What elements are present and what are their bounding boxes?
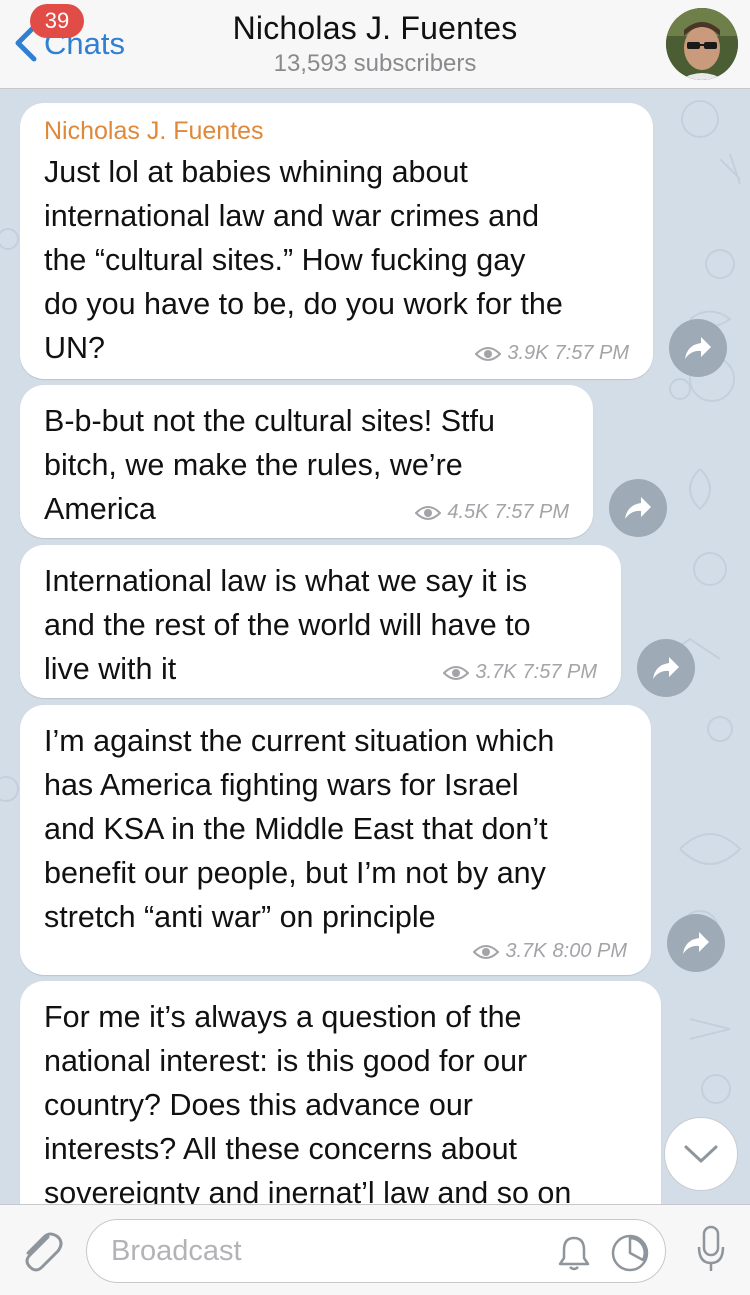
eye-icon [473,944,500,959]
view-count: 4.5K [447,501,489,523]
channel-title[interactable]: Nicholas J. Fuentes [0,10,750,47]
share-arrow-icon [653,657,679,679]
message-meta: 3.9K 7:57 PM [475,342,629,365]
message-bubble[interactable]: International law is what we say it is a… [20,545,621,698]
subscriber-count: 13,593 subscribers [273,50,477,77]
scroll-to-bottom-button[interactable] [664,1117,738,1191]
message-text: I’m against the current situation which … [44,724,555,934]
notification-toggle-button[interactable] [557,1234,591,1277]
eye-icon [415,505,442,520]
message-bubble[interactable]: I’m against the current situation which … [20,705,651,975]
message-sender: Nicholas J. Fuentes [44,117,264,145]
share-button[interactable] [667,914,725,972]
eye-icon [475,346,502,361]
microphone-icon [697,1225,725,1271]
eye-icon [443,665,470,680]
timer-icon [611,1234,649,1272]
message-list[interactable]: Nicholas J. Fuentes Just lol at babies w… [0,89,750,1204]
broadcast-input[interactable]: Broadcast [86,1219,666,1283]
message-time: 7:57 PM [494,501,569,523]
share-arrow-icon [625,497,651,519]
message-time: 7:57 PM [522,661,597,683]
message-bubble[interactable]: B-b-but not the cultural sites! Stfu bit… [20,385,593,538]
avatar[interactable] [666,8,738,80]
message-bubble[interactable]: Nicholas J. Fuentes Just lol at babies w… [20,103,653,379]
message-text: Just lol at babies whining about interna… [44,155,563,365]
chat-header: Chats 39 Nicholas J. Fuentes 13,593 subs… [0,0,750,89]
message-bubble[interactable]: For me it’s always a question of the nat… [20,981,661,1204]
share-button[interactable] [609,479,667,537]
paperclip-icon [25,1232,63,1272]
share-arrow-icon [685,337,711,359]
message-time: 7:57 PM [554,342,629,364]
view-count: 3.9K [507,342,549,364]
bell-icon [558,1236,590,1271]
input-placeholder: Broadcast [111,1235,242,1267]
share-button[interactable] [669,319,727,377]
input-bar: Broadcast [0,1204,750,1295]
message-meta: 4.5K 7:57 PM [415,501,569,524]
message-meta: 3.7K 7:57 PM [443,661,597,684]
share-arrow-icon [683,932,709,954]
view-count: 3.7K [475,661,517,683]
voice-record-button[interactable] [696,1225,726,1280]
share-button[interactable] [637,639,695,697]
message-text: For me it’s always a question of the nat… [44,1000,572,1204]
attach-button[interactable] [18,1225,64,1278]
silent-timer-button[interactable] [609,1232,651,1279]
view-count: 3.7K [505,940,547,962]
message-time: 8:00 PM [552,940,627,962]
chevron-down-icon [684,1145,718,1163]
message-meta: 3.7K 8:00 PM [473,940,627,963]
avatar-image [666,8,738,80]
